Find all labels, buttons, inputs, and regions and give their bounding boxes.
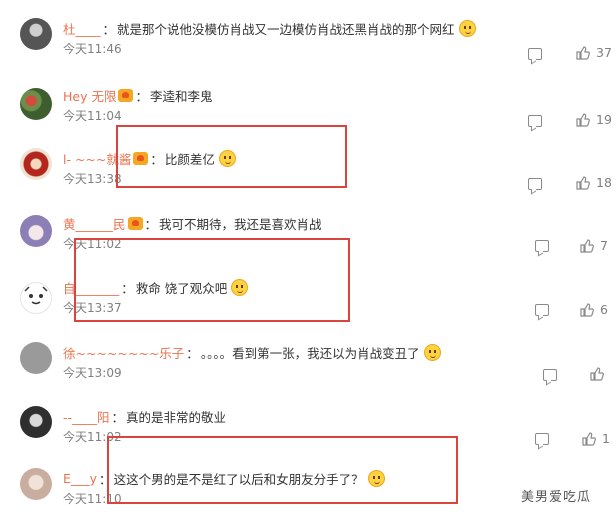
reply-icon[interactable] xyxy=(528,178,542,190)
like-icon[interactable] xyxy=(590,367,604,381)
emoji-icon xyxy=(458,19,476,37)
comment-text: 比颜差亿 xyxy=(164,151,215,167)
comment-row: l- ~~~就酱：比颜差亿 今天13:38 18 xyxy=(0,148,616,212)
comment-text: 李逵和李鬼 xyxy=(149,88,213,104)
vip-badge-icon xyxy=(118,88,134,102)
avatar[interactable] xyxy=(20,342,52,374)
comment-text: 。。。。看到第一张，我还以为肖战变丑了 xyxy=(200,345,420,361)
like-icon[interactable] xyxy=(576,45,590,60)
emoji-icon xyxy=(231,278,249,296)
emoji-icon xyxy=(218,149,236,167)
comment-row: 杜____：就是那个说他没模仿肖战又一边模仿肖战还黑肖战的那个网红 今天11:4… xyxy=(0,18,616,82)
reply-icon[interactable] xyxy=(535,433,549,445)
like-count: 7 xyxy=(600,238,608,253)
avatar[interactable] xyxy=(20,215,52,247)
timestamp: 今天11:02 xyxy=(63,430,122,444)
username[interactable]: Hey 无限 xyxy=(63,86,116,105)
comment-row: 自_______：救命 饶了观众吧 今天13:37 6 xyxy=(0,277,616,341)
comment-text: 这这个男的是不是红了以后和女朋友分手了？ xyxy=(113,471,364,487)
avatar[interactable] xyxy=(20,18,52,50)
comment-row: Hey 无限：李逵和李鬼 今天11:04 19 xyxy=(0,85,616,149)
reply-icon[interactable] xyxy=(528,115,542,127)
avatar[interactable] xyxy=(20,148,52,180)
username[interactable]: l- ~~~就酱 xyxy=(63,149,131,168)
like-count: 18 xyxy=(596,175,612,190)
timestamp: 今天11:10 xyxy=(63,492,122,506)
comment-text: 救命 饶了观众吧 xyxy=(135,280,228,296)
username[interactable]: 徐~~~~~~~~乐子 xyxy=(63,343,184,362)
timestamp: 今天13:37 xyxy=(63,301,122,315)
timestamp: 今天13:38 xyxy=(63,172,122,186)
like-count: 19 xyxy=(596,112,612,127)
like-icon[interactable] xyxy=(582,431,596,446)
comment-text: 真的是非常的敬业 xyxy=(126,409,227,425)
username[interactable]: 自_______ xyxy=(63,278,119,297)
reply-icon[interactable] xyxy=(535,304,549,316)
username[interactable]: 杜____ xyxy=(63,19,101,38)
like-icon[interactable] xyxy=(576,175,590,190)
reply-icon[interactable] xyxy=(528,48,542,60)
watermark: 美男爱吃瓜 xyxy=(521,490,592,505)
comment-text: 我可不期待，我还是喜欢肖战 xyxy=(159,216,322,232)
avatar[interactable] xyxy=(20,88,52,120)
like-icon[interactable] xyxy=(580,238,594,253)
like-count: 37 xyxy=(596,45,612,60)
timestamp: 今天11:46 xyxy=(63,42,122,56)
avatar[interactable] xyxy=(20,282,52,314)
like-icon[interactable] xyxy=(580,302,594,317)
timestamp: 今天13:09 xyxy=(63,366,122,380)
reply-icon[interactable] xyxy=(543,369,557,381)
username[interactable]: --____阳 xyxy=(63,407,110,426)
username[interactable]: 黄______民 xyxy=(63,214,126,233)
like-icon[interactable] xyxy=(576,112,590,127)
comment-row: 徐~~~~~~~~乐子：。。。。看到第一张，我还以为肖战变丑了 今天13:09 xyxy=(0,342,616,406)
comment-row: --____阳：真的是非常的敬业 今天11:02 1 xyxy=(0,406,616,470)
timestamp: 今天11:02 xyxy=(63,237,122,251)
like-count: 6 xyxy=(600,302,608,317)
timestamp: 今天11:04 xyxy=(63,109,122,123)
emoji-icon xyxy=(367,469,385,487)
like-count: 1 xyxy=(602,431,610,446)
username[interactable]: E___y xyxy=(63,471,97,486)
comment-text: 就是那个说他没模仿肖战又一边模仿肖战还黑肖战的那个网红 xyxy=(117,21,455,37)
vip-badge-icon xyxy=(133,151,149,165)
avatar[interactable] xyxy=(20,468,52,500)
vip-badge-icon xyxy=(127,216,143,230)
comment-row: 黄______民：我可不期待，我还是喜欢肖战 今天11:02 7 xyxy=(0,213,616,277)
reply-icon[interactable] xyxy=(535,240,549,252)
emoji-icon xyxy=(423,343,441,361)
avatar[interactable] xyxy=(20,406,52,438)
